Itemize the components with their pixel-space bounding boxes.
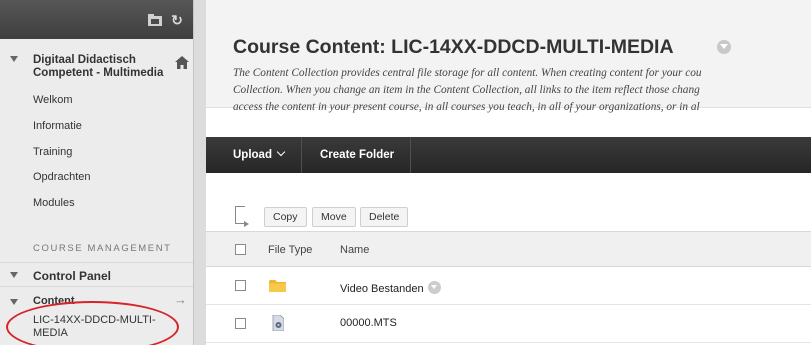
sidebar-toolbar: ↻	[0, 0, 193, 39]
description-line: Collection. When you change an item in t…	[233, 84, 700, 96]
file-name-link[interactable]: Video Bestanden	[340, 283, 424, 295]
control-panel-label[interactable]: Control Panel	[33, 269, 111, 283]
column-header-name[interactable]: Name	[340, 244, 369, 256]
file-name-cell[interactable]: 00000.MTS	[340, 317, 397, 329]
select-all-checkbox[interactable]	[235, 244, 246, 255]
annotation-circle	[6, 301, 179, 345]
file-name-link[interactable]: 00000.MTS	[340, 317, 397, 329]
collapse-icon[interactable]	[10, 56, 18, 62]
home-icon[interactable]	[175, 56, 189, 69]
page-title: Course Content: LIC-14XX-DDCD-MULTI-MEDI…	[233, 36, 674, 58]
copy-button[interactable]: Copy	[264, 207, 307, 227]
row-checkbox[interactable]	[235, 280, 246, 291]
create-folder-button[interactable]: Create Folder	[302, 137, 411, 173]
table-header: File Type Name	[206, 231, 811, 267]
file-icon	[272, 315, 284, 331]
selection-arrow-icon	[235, 206, 249, 227]
course-management-heading: COURSE MANAGEMENT	[33, 243, 172, 254]
delete-button[interactable]: Delete	[360, 207, 409, 227]
folder-icon	[269, 280, 286, 292]
main-content: Course Content: LIC-14XX-DDCD-MULTI-MEDI…	[206, 0, 811, 345]
description-line: The Content Collection provides central …	[233, 67, 702, 79]
collapse-icon[interactable]	[10, 299, 18, 305]
page-header: Course Content: LIC-14XX-DDCD-MULTI-MEDI…	[206, 0, 811, 113]
upload-label[interactable]: Upload	[233, 149, 272, 161]
sidebar-item-training[interactable]: Training	[33, 146, 72, 158]
table-row: 00000.MTS	[206, 305, 811, 343]
course-menu-header[interactable]: Digitaal Didactisch Competent - Multimed…	[0, 47, 193, 87]
page-description: The Content Collection provides central …	[233, 65, 811, 116]
sidebar-item-modules[interactable]: Modules	[33, 197, 75, 209]
folder-tool-icon[interactable]	[147, 12, 163, 28]
sidebar-divider[interactable]	[193, 0, 206, 345]
description-line: access the content in your present cours…	[233, 101, 700, 113]
move-button[interactable]: Move	[312, 207, 356, 227]
chevron-down-icon[interactable]	[276, 147, 286, 157]
column-header-file-type[interactable]: File Type	[268, 244, 312, 256]
action-bar: Upload Create Folder	[206, 137, 811, 173]
file-name-cell[interactable]: Video Bestanden	[340, 279, 441, 295]
table-row: Video Bestanden	[206, 267, 811, 305]
sidebar-item-welkom[interactable]: Welkom	[33, 94, 73, 106]
course-sidebar: ↻ Digitaal Didactisch Competent - Multim…	[0, 0, 193, 345]
control-panel-header[interactable]: Control Panel	[0, 262, 193, 287]
chevron-down-icon[interactable]	[427, 281, 441, 294]
sidebar-item-informatie[interactable]: Informatie	[33, 120, 82, 132]
upload-button[interactable]: Upload	[206, 137, 302, 173]
course-title[interactable]: Digitaal Didactisch Competent - Multimed…	[33, 54, 168, 80]
sidebar-item-opdrachten[interactable]: Opdrachten	[33, 171, 90, 183]
chevron-down-icon[interactable]	[717, 40, 731, 54]
refresh-icon[interactable]: ↻	[169, 12, 185, 28]
right-arrow-icon[interactable]: →	[174, 292, 187, 307]
row-checkbox[interactable]	[235, 318, 246, 329]
collapse-icon[interactable]	[10, 272, 18, 278]
